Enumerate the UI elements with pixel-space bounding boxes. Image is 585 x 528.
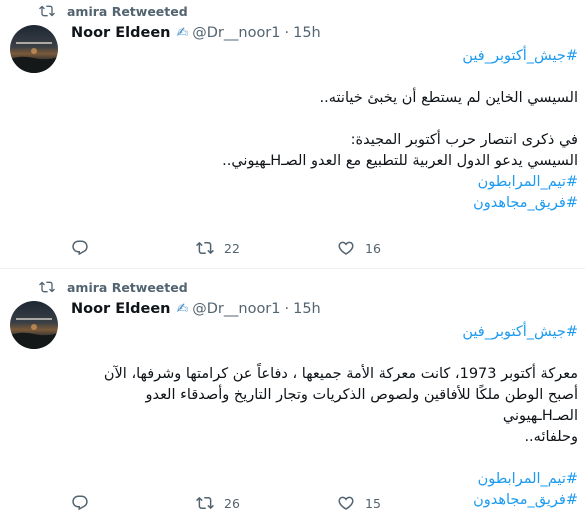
avatar[interactable] — [10, 25, 58, 73]
tweet-line: السيسي الخاين لم يستطع أن يخبئ خيانته.. — [319, 90, 578, 106]
hashtag[interactable]: #تيم_المرابطون — [70, 172, 578, 193]
hashtag[interactable]: #جيش_أكتوبر_فين — [70, 322, 578, 343]
retweeted-by-label[interactable]: amira Retweeted — [67, 280, 188, 295]
tweet-text: #جيش_أكتوبر_فين معركة أكتوبر 1973، كانت … — [70, 322, 578, 511]
tweet-1[interactable]: amira Retweeted Noor Eldeen ✍ @Dr__noor1… — [0, 0, 585, 268]
retweet-button[interactable]: 26 — [196, 493, 240, 513]
tweet-time[interactable]: 15h — [293, 301, 321, 317]
tweet-time[interactable]: 15h — [293, 25, 321, 41]
retweet-button[interactable]: 22 — [196, 238, 240, 258]
retweet-count: 22 — [224, 240, 240, 256]
tweet-line: في ذكرى انتصار حرب أكتوبر المجيدة: — [350, 132, 578, 148]
reply-button[interactable] — [71, 238, 89, 258]
like-count: 16 — [365, 240, 381, 256]
tweet-actions: 22 16 — [71, 238, 491, 258]
tweet-line: السيسي يدعو الدول العربية للتطبيع مع الع… — [222, 153, 578, 169]
author-row: Noor Eldeen ✍ @Dr__noor1 · 15h — [71, 298, 321, 320]
author-row: Noor Eldeen ✍ @Dr__noor1 · 15h — [71, 22, 321, 44]
retweet-icon — [39, 281, 55, 293]
tweet-line: وحلفائه.. — [524, 429, 578, 445]
author-handle[interactable]: @Dr__noor1 — [192, 301, 280, 317]
tweet-2[interactable]: amira Retweeted Noor Eldeen ✍ @Dr__noor1… — [0, 269, 585, 528]
tweet-text: #جيش_أكتوبر_فين السيسي الخاين لم يستطع أ… — [70, 46, 578, 214]
author-handle[interactable]: @Dr__noor1 — [192, 25, 280, 41]
author-name[interactable]: Noor Eldeen — [71, 301, 171, 317]
tweet-line: معركة أكتوبر 1973، كانت معركة الأمة جميع… — [103, 366, 578, 382]
like-button[interactable]: 16 — [337, 238, 381, 258]
retweet-icon — [196, 496, 214, 510]
like-count: 15 — [365, 495, 381, 511]
hashtag[interactable]: #جيش_أكتوبر_فين — [70, 46, 578, 67]
avatar[interactable] — [10, 301, 58, 349]
reply-icon — [72, 495, 88, 511]
retweet-icon — [39, 5, 55, 17]
reply-icon — [72, 240, 88, 256]
heart-icon — [338, 496, 354, 510]
heart-icon — [338, 241, 354, 255]
writing-hand-emoji: ✍ — [176, 25, 189, 41]
hashtag[interactable]: #فريق_مجاهدون — [70, 193, 578, 214]
retweet-count: 26 — [224, 495, 240, 511]
retweet-header: amira Retweeted — [39, 1, 188, 21]
retweeted-by-label[interactable]: amira Retweeted — [67, 4, 188, 19]
tweet-line: أصبح الوطن ملكًا للأفاقين ولصوص الذكريات… — [145, 387, 578, 424]
tweet-actions: 26 15 — [71, 493, 491, 513]
reply-button[interactable] — [71, 493, 89, 513]
hashtag[interactable]: #تيم_المرابطون — [70, 469, 578, 490]
author-name[interactable]: Noor Eldeen — [71, 25, 171, 41]
retweet-header: amira Retweeted — [39, 277, 188, 297]
separator-dot: · — [284, 301, 290, 317]
separator-dot: · — [284, 25, 290, 41]
writing-hand-emoji: ✍ — [176, 301, 189, 317]
like-button[interactable]: 15 — [337, 493, 381, 513]
retweet-icon — [196, 241, 214, 255]
